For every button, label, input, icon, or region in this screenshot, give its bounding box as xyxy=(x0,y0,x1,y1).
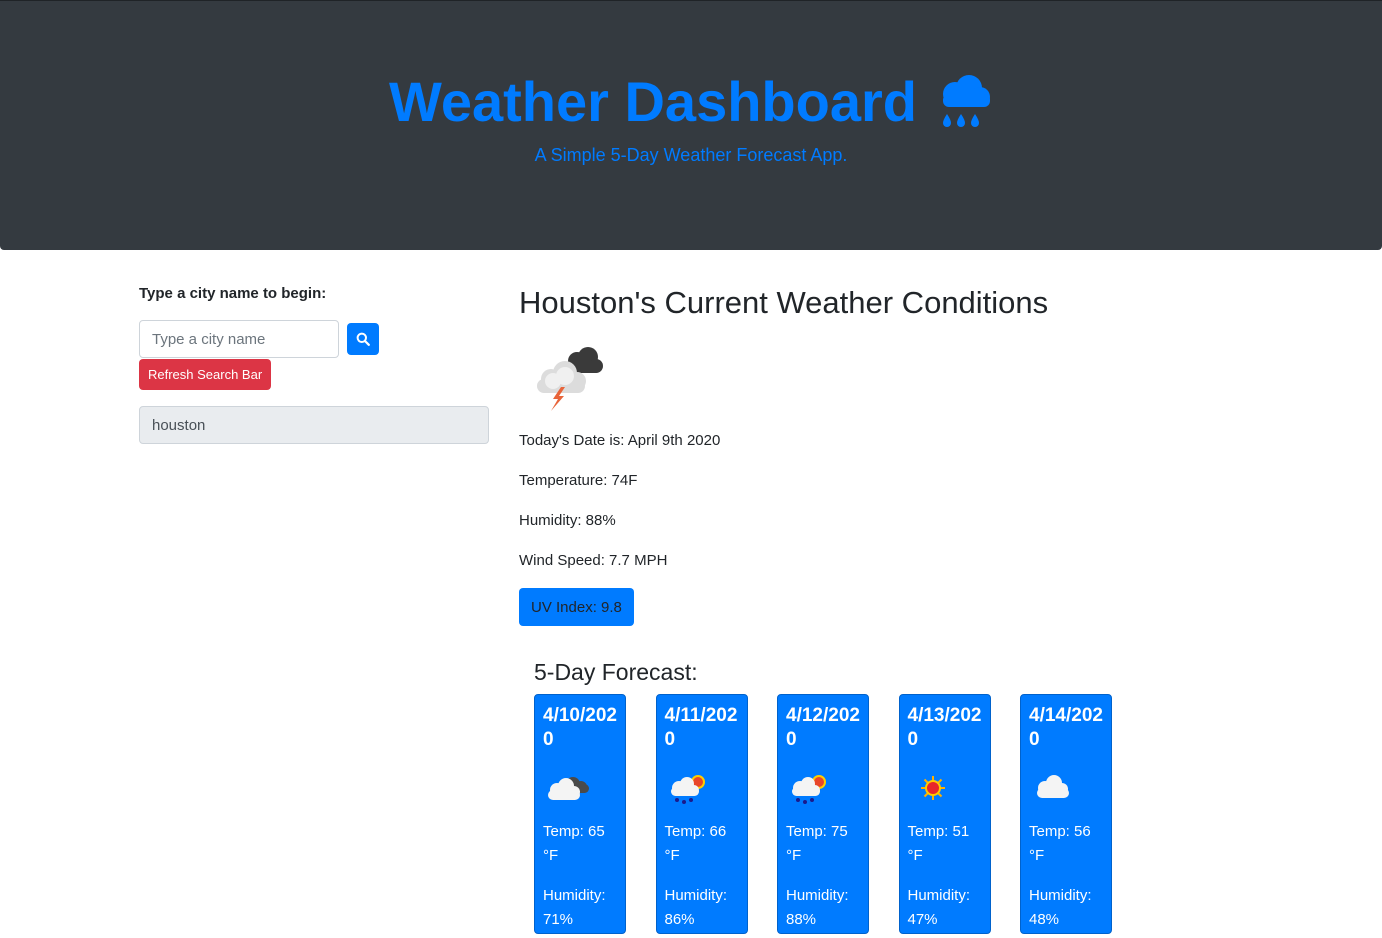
forecast-card: 4/14/2020 Temp: 56 °F Humidity: 48% xyxy=(1020,694,1112,934)
refresh-search-button[interactable]: Refresh Search Bar xyxy=(139,359,272,390)
search-row xyxy=(139,320,489,358)
forecast-temp: Temp: 75 °F xyxy=(786,823,848,864)
forecast-card: 4/12/2020 Temp: 75 °F Humidity: 88% xyxy=(777,694,869,934)
current-date: Today's Date is: April 9th 2020 xyxy=(519,432,721,449)
sun-rain-icon xyxy=(670,775,705,804)
search-icon xyxy=(356,332,370,346)
forecast-date: 4/13/2020 xyxy=(907,705,982,750)
forecast-date: 4/11/2020 xyxy=(664,705,738,750)
header-jumbotron: Weather Dashboard A Simple 5-Day Weather… xyxy=(0,0,1382,250)
forecast-temp: Temp: 51 °F xyxy=(907,823,970,864)
page-title: Weather Dashboard xyxy=(389,70,917,133)
forecast-humidity: Humidity: 71% xyxy=(543,887,606,928)
current-weather-panel: Houston's Current Weather Conditions Tod… xyxy=(519,283,1279,626)
forecast-heading: 5-Day Forecast: xyxy=(534,659,698,685)
search-button[interactable] xyxy=(347,323,379,355)
cloudy-icon xyxy=(548,777,589,800)
forecast-card: 4/10/2020 Temp: 65 °F Humidity: 71% xyxy=(534,694,626,934)
sun-rain-icon xyxy=(792,775,826,804)
forecast-card: 4/13/2020 Temp: 51 °F Humidity: 47% xyxy=(898,694,991,934)
search-sidebar: Type a city name to begin: Refresh Searc… xyxy=(139,285,489,444)
forecast-temp: Temp: 65 °F xyxy=(543,823,605,864)
forecast-card: 4/11/2020 Temp: 66 °F Humidity: 86% xyxy=(655,694,748,934)
forecast-humidity: Humidity: 86% xyxy=(664,887,728,928)
search-prompt-label: Type a city name to begin: xyxy=(139,285,327,302)
thunderstorm-icon xyxy=(537,347,603,411)
page-subtitle: A Simple 5-Day Weather Forecast App. xyxy=(534,145,848,165)
search-history-item[interactable]: houston xyxy=(139,406,489,444)
city-search-input[interactable] xyxy=(139,320,339,358)
cloud-rain-icon xyxy=(942,75,990,127)
current-humidity: Humidity: 88% xyxy=(519,512,616,529)
forecast-humidity: Humidity: 48% xyxy=(1029,887,1092,928)
current-wind-speed: Wind Speed: 7.7 MPH xyxy=(519,552,668,569)
forecast-humidity: Humidity: 88% xyxy=(786,887,849,928)
cloud-icon xyxy=(1037,775,1069,798)
forecast-temp: Temp: 56 °F xyxy=(1029,823,1091,864)
uv-index-badge: UV Index: 9.8 xyxy=(519,588,634,626)
title-row: Weather Dashboard xyxy=(0,67,1382,137)
forecast-humidity: Humidity: 47% xyxy=(907,887,971,928)
current-weather-heading: Houston's Current Weather Conditions xyxy=(519,285,1049,320)
forecast-date: 4/12/2020 xyxy=(786,705,860,750)
forecast-date: 4/10/2020 xyxy=(543,705,617,750)
current-temperature: Temperature: 74F xyxy=(519,472,638,489)
forecast-date: 4/14/2020 xyxy=(1029,705,1103,750)
forecast-temp: Temp: 66 °F xyxy=(664,823,727,864)
sun-icon xyxy=(920,776,945,800)
forecast-row: 4/10/2020 Temp: 65 °F Humidity: 71% 4/11… xyxy=(534,694,1112,934)
